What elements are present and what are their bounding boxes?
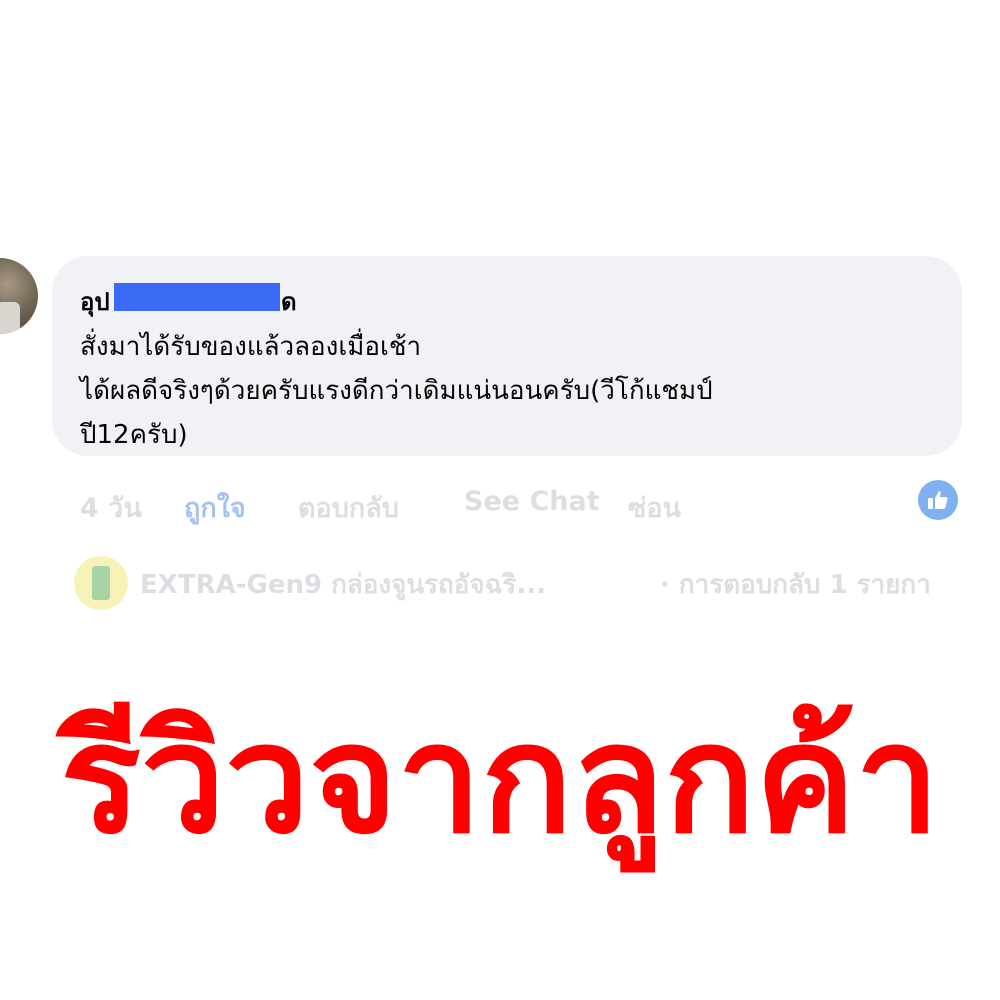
comment-text-line-1: สั่งมาได้รับของแล้วลองเมื่อเช้า [80, 332, 422, 362]
screenshot: อุป ด สั่งมาได้รับของแล้วลองเมื่อเช้า ได… [0, 0, 1000, 1000]
thumbs-up-icon[interactable] [918, 480, 958, 520]
see-chat-button[interactable]: See Chat [464, 486, 600, 517]
avatar-figure [0, 302, 20, 334]
commenter-avatar[interactable] [0, 258, 38, 334]
reply-button[interactable]: ตอบกลับ [298, 486, 399, 529]
page-avatar-product [92, 566, 110, 600]
like-button[interactable]: ถูกใจ [184, 486, 246, 529]
reply-summary[interactable]: EXTRA-Gen9 กล่องจูนรถอัจฉริ... · การตอบก… [74, 556, 1000, 612]
comment-text-line-2: ได้ผลดีจริงๆด้วยครับแรงดีกว่าเดิมแน่นอนค… [80, 376, 713, 406]
hide-button[interactable]: ซ่อน [628, 486, 681, 529]
comment-author-name-end[interactable]: ด [281, 282, 297, 321]
name-redaction-box [114, 283, 280, 311]
comment-actions: 4 วัน ถูกใจ ตอบกลับ See Chat ซ่อน [80, 486, 960, 526]
comment-text-line-3: ปี12ครับ) [80, 420, 188, 450]
review-headline: รีวิวจากลูกค้า [60, 693, 940, 867]
reply-count[interactable]: · การตอบกลับ 1 รายกา [660, 564, 931, 605]
reply-page-name[interactable]: EXTRA-Gen9 กล่องจูนรถอัจฉริ... [140, 564, 546, 605]
comment-author-name[interactable]: อุป [80, 282, 110, 321]
comment-timestamp[interactable]: 4 วัน [80, 486, 142, 529]
page-avatar [74, 556, 128, 610]
